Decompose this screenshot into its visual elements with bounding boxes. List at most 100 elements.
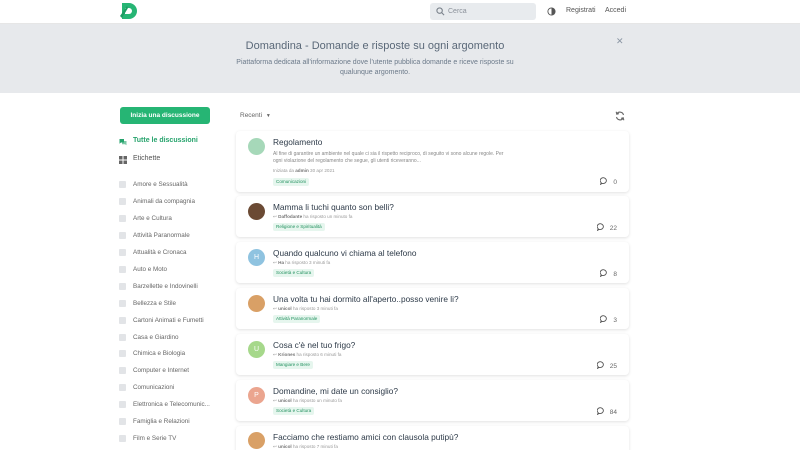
sidebar-tag-label: Attività Paranormale [133, 232, 190, 239]
reply-count-value: 25 [609, 363, 617, 370]
meta-time: ha risposto 7 minuti fa [292, 444, 338, 449]
tag-square-icon [119, 215, 126, 222]
tag-square-icon [119, 283, 126, 290]
comment-icon [600, 315, 608, 323]
discussion-meta: ↩ unicol ha risposto 3 minuti fa [273, 306, 338, 312]
meta-time: ha risposto 6 minuti fa [296, 352, 342, 357]
discussion-card[interactable]: Mamma li tuchi quanto son belli? ↩ Daffo… [236, 196, 629, 237]
reply-count: 84 [596, 407, 617, 416]
domandina-logo-icon[interactable] [119, 2, 137, 20]
caret-down-icon: ▼ [265, 113, 271, 119]
tag-square-icon [119, 232, 126, 239]
tag-square-icon [119, 334, 126, 341]
discussion-title[interactable]: Domandine, mi date un consiglio? [273, 386, 398, 396]
chat-bubbles-icon [119, 139, 127, 146]
sidebar-tag-label: Arte e Cultura [133, 215, 172, 222]
discussion-card[interactable]: U Cosa c'è nel tuo frigo? ↩ Kriones ha r… [236, 334, 629, 375]
reply-count: 22 [596, 223, 617, 232]
discussion-card[interactable]: Facciamo che restiamo amici con clausola… [236, 426, 629, 450]
reply-count-value: 3 [613, 317, 617, 324]
reply-count-value: 22 [609, 225, 617, 232]
discussion-tag[interactable]: Mangiare e Bere [273, 361, 313, 369]
meta-time: ha risposto 3 minuti fa [292, 306, 338, 311]
tag-square-icon [119, 249, 126, 256]
meta-time: ha risposto un minuto fa [292, 398, 342, 403]
discussion-tag[interactable]: Società e Cultura [273, 407, 315, 415]
close-icon[interactable]: ✕ [616, 36, 624, 47]
reply-count-value: 8 [613, 271, 617, 278]
avatar[interactable] [248, 432, 265, 449]
contrast-toggle-icon[interactable] [547, 7, 556, 16]
discussion-card[interactable]: Regolamento Al fine di garantire un ambi… [236, 131, 629, 192]
discussion-meta: ↩ Daffodante ha risposto un minuto fa [273, 214, 352, 220]
meta-user[interactable]: Kriones [278, 352, 295, 357]
tag-square-icon [119, 401, 126, 408]
reply-count-value: 84 [609, 409, 617, 416]
meta-prefix: Iniziata da [273, 168, 294, 173]
sidebar-tag-label: Chimica e Biologia [133, 350, 186, 357]
start-discussion-button[interactable]: Inizia una discussione [120, 107, 210, 124]
discussion-title[interactable]: Facciamo che restiamo amici con clausola… [273, 432, 458, 442]
avatar[interactable] [248, 203, 265, 220]
comment-icon [596, 361, 604, 369]
discussion-title[interactable]: Mamma li tuchi quanto son belli? [273, 202, 394, 212]
discussion-title[interactable]: Quando qualcuno vi chiama al telefono [273, 248, 416, 258]
login-link[interactable]: Accedi [605, 7, 626, 14]
sidebar-tag-label: Cartoni Animati e Fumetti [133, 317, 204, 324]
sidebar-tag-label: Film e Serie TV [133, 435, 177, 442]
meta-user[interactable]: Ha [278, 260, 284, 265]
sort-dropdown[interactable]: Recenti ▼ [240, 112, 271, 119]
reply-arrow-icon: ↩ [273, 306, 277, 311]
refresh-icon[interactable] [615, 111, 625, 121]
discussion-meta: Iniziata da admin 30 apr 2021 [273, 168, 335, 173]
meta-user[interactable]: unicol [278, 444, 292, 449]
welcome-hero: Domandina - Domande e risposte su ogni a… [0, 24, 800, 93]
discussion-tag[interactable]: Società e Cultura [273, 269, 315, 277]
discussion-card[interactable]: H Quando qualcuno vi chiama al telefono … [236, 242, 629, 283]
discussion-tag[interactable]: Comunicazioni [273, 178, 310, 186]
comment-icon [600, 269, 608, 277]
avatar[interactable]: P [248, 387, 265, 404]
comment-icon [600, 177, 608, 185]
tag-square-icon [119, 384, 126, 391]
discussion-tag[interactable]: Religione e Spiritualità [273, 223, 325, 231]
hero-title: Domandina - Domande e risposte su ogni a… [245, 40, 505, 52]
tag-square-icon [119, 350, 126, 357]
tag-square-icon [119, 435, 126, 442]
signup-link[interactable]: Registrati [566, 7, 596, 14]
tag-square-icon [119, 198, 126, 205]
search-input[interactable] [448, 5, 532, 18]
discussion-title[interactable]: Regolamento [273, 137, 322, 147]
discussion-excerpt: Al fine di garantire un ambiente nel qua… [273, 151, 504, 164]
sidebar-tag-label: Barzellette e Indovinelli [133, 283, 198, 290]
hero-description: Piattaforma dedicata all'informazione do… [236, 59, 514, 76]
meta-user[interactable]: unicol [278, 398, 292, 403]
discussion-tag[interactable]: Attività Paranormale [273, 315, 321, 323]
meta-user[interactable]: Daffodante [278, 214, 302, 219]
avatar[interactable]: H [248, 249, 265, 266]
meta-time: ha risposto un minuto fa [303, 214, 353, 219]
discussion-title[interactable]: Una volta tu hai dormito all'aperto..pos… [273, 294, 459, 304]
sidebar-tag-label: Elettronica e Telecomunic... [133, 401, 210, 408]
search-box[interactable] [430, 3, 536, 20]
avatar[interactable] [248, 138, 265, 155]
reply-arrow-icon: ↩ [273, 352, 277, 357]
meta-user[interactable]: unicol [278, 306, 292, 311]
reply-count: 0 [600, 177, 617, 186]
avatar[interactable] [248, 295, 265, 312]
sidebar-tag-label: Amore e Sessualità [133, 181, 188, 188]
meta-user[interactable]: admin [295, 168, 309, 173]
sidebar-tag-label: Auto e Moto [133, 266, 167, 273]
tag-square-icon [119, 418, 126, 425]
avatar[interactable]: U [248, 341, 265, 358]
discussion-meta: ↩ unicol ha risposto 7 minuti fa [273, 444, 338, 450]
reply-count: 8 [600, 269, 617, 278]
discussion-meta: ↩ Ha ha risposto 3 minuti fa [273, 260, 330, 266]
discussion-card[interactable]: P Domandine, mi date un consiglio? ↩ uni… [236, 380, 629, 421]
meta-time: 30 apr 2021 [310, 168, 335, 173]
discussion-meta: ↩ unicol ha risposto un minuto fa [273, 398, 342, 404]
discussion-title[interactable]: Cosa c'è nel tuo frigo? [273, 340, 355, 350]
tag-square-icon [119, 300, 126, 307]
discussion-card[interactable]: Una volta tu hai dormito all'aperto..pos… [236, 288, 629, 329]
tag-square-icon [119, 181, 126, 188]
